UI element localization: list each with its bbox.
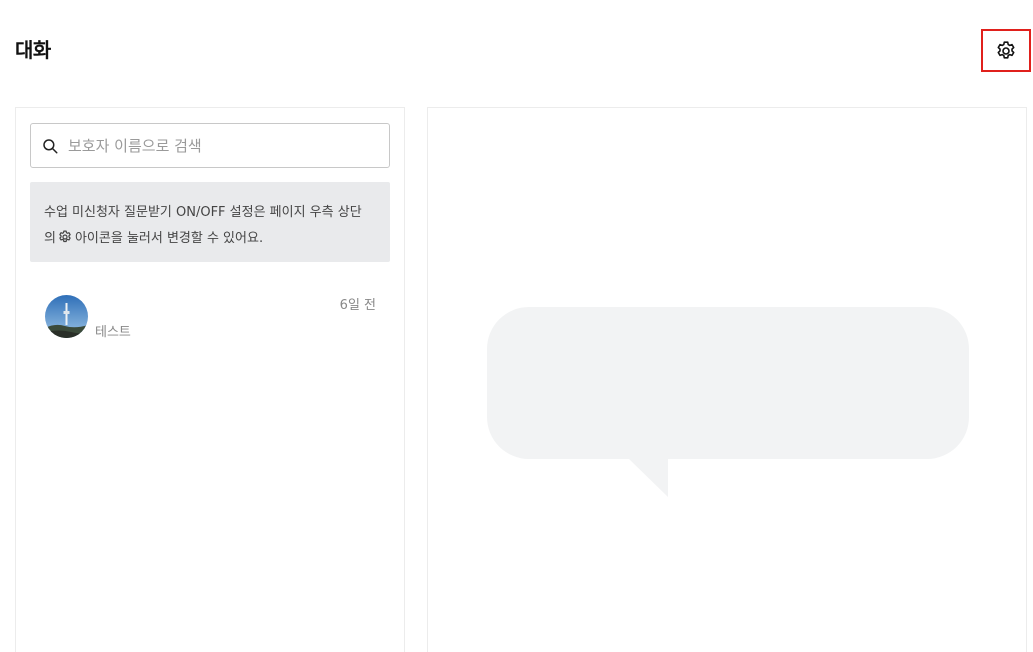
gear-icon xyxy=(994,39,1018,63)
search-icon xyxy=(41,137,59,155)
speech-bubble-icon xyxy=(487,307,969,497)
settings-notice: 수업 미신청자 질문받기 ON/OFF 설정은 페이지 우측 상단 의 아이콘을 … xyxy=(30,182,390,262)
conversation-page: 대화 수업 미신청자 질문받기 ON/OFF 설정은 페이지 우측 상단 의아이… xyxy=(0,0,1033,652)
conversation-time: 6일 전 xyxy=(339,298,376,313)
conversation-list-panel: 수업 미신청자 질문받기 ON/OFF 설정은 페이지 우측 상단 의아이콘을 … xyxy=(15,107,405,652)
conversation-preview: 테스트 xyxy=(95,325,131,340)
settings-button[interactable] xyxy=(981,29,1031,72)
conversation-detail-panel xyxy=(427,107,1027,652)
page-title: 대화 xyxy=(15,38,51,62)
notice-text-after: 아이콘을 눌러서 변경할 수 있어요. xyxy=(74,231,264,246)
search-field[interactable] xyxy=(30,123,390,168)
conversation-list-item[interactable]: 테스트 6일 전 xyxy=(30,286,390,346)
avatar xyxy=(45,295,88,338)
search-input[interactable] xyxy=(68,136,368,155)
gear-icon xyxy=(57,229,73,245)
